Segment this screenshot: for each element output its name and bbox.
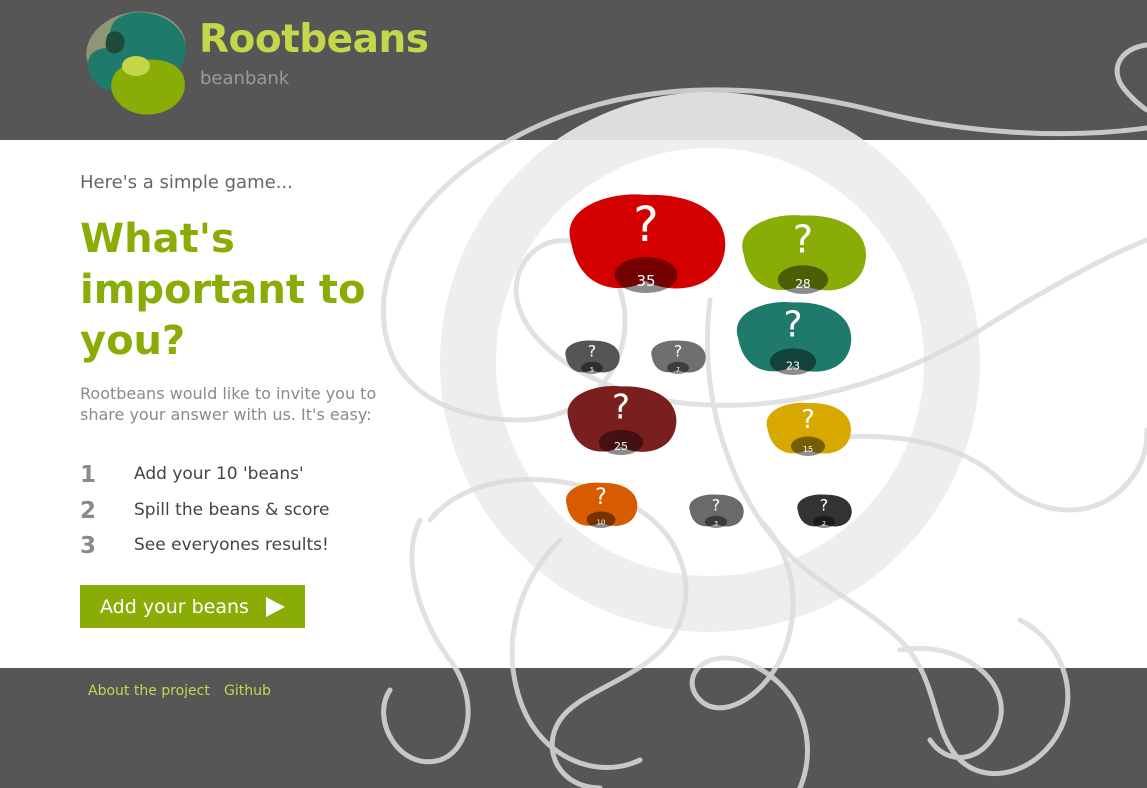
bean-1[interactable]: ? 35	[569, 194, 726, 293]
bean-3[interactable]: ? 23	[736, 302, 852, 375]
bean-question-mark: ?	[588, 341, 597, 360]
bean-question-mark: ?	[612, 388, 630, 428]
bean-9[interactable]: ?3	[689, 494, 744, 528]
bean-score: 15	[803, 445, 813, 454]
bean-question-mark: ?	[783, 305, 802, 346]
bean-question-mark: ?	[712, 495, 721, 514]
bean-8[interactable]: ? 10	[566, 482, 638, 528]
bean-2[interactable]: ? 28	[742, 215, 867, 294]
bean-score: 7	[676, 367, 680, 374]
bean-score: 35	[636, 272, 655, 290]
bean-question-mark: ?	[633, 197, 658, 253]
bean-10[interactable]: ?2	[797, 494, 852, 528]
bean-question-mark: ?	[801, 405, 815, 435]
bean-5[interactable]: ?7	[651, 340, 706, 374]
bean-cluster: ?35?28?23?5?7?25?15?10?3?2	[565, 194, 867, 528]
bean-question-mark: ?	[595, 485, 607, 510]
bean-question-mark: ?	[820, 495, 829, 514]
bean-score: 2	[822, 521, 826, 528]
bean-question-mark: ?	[793, 217, 813, 261]
bean-4[interactable]: ?5	[565, 340, 620, 374]
bean-score: 10	[597, 519, 606, 527]
bean-score: 23	[786, 360, 800, 373]
bean-6[interactable]: ? 25	[567, 385, 677, 455]
bean-question-mark: ?	[674, 341, 683, 360]
github-link[interactable]: Github	[224, 683, 271, 699]
bean-score: 3	[714, 521, 718, 528]
bean-7[interactable]: ? 15	[766, 402, 851, 456]
bean-score: 5	[590, 367, 594, 374]
bean-score: 25	[614, 440, 628, 453]
bean-score: 28	[795, 277, 810, 291]
about-project-link[interactable]: About the project	[88, 683, 210, 699]
